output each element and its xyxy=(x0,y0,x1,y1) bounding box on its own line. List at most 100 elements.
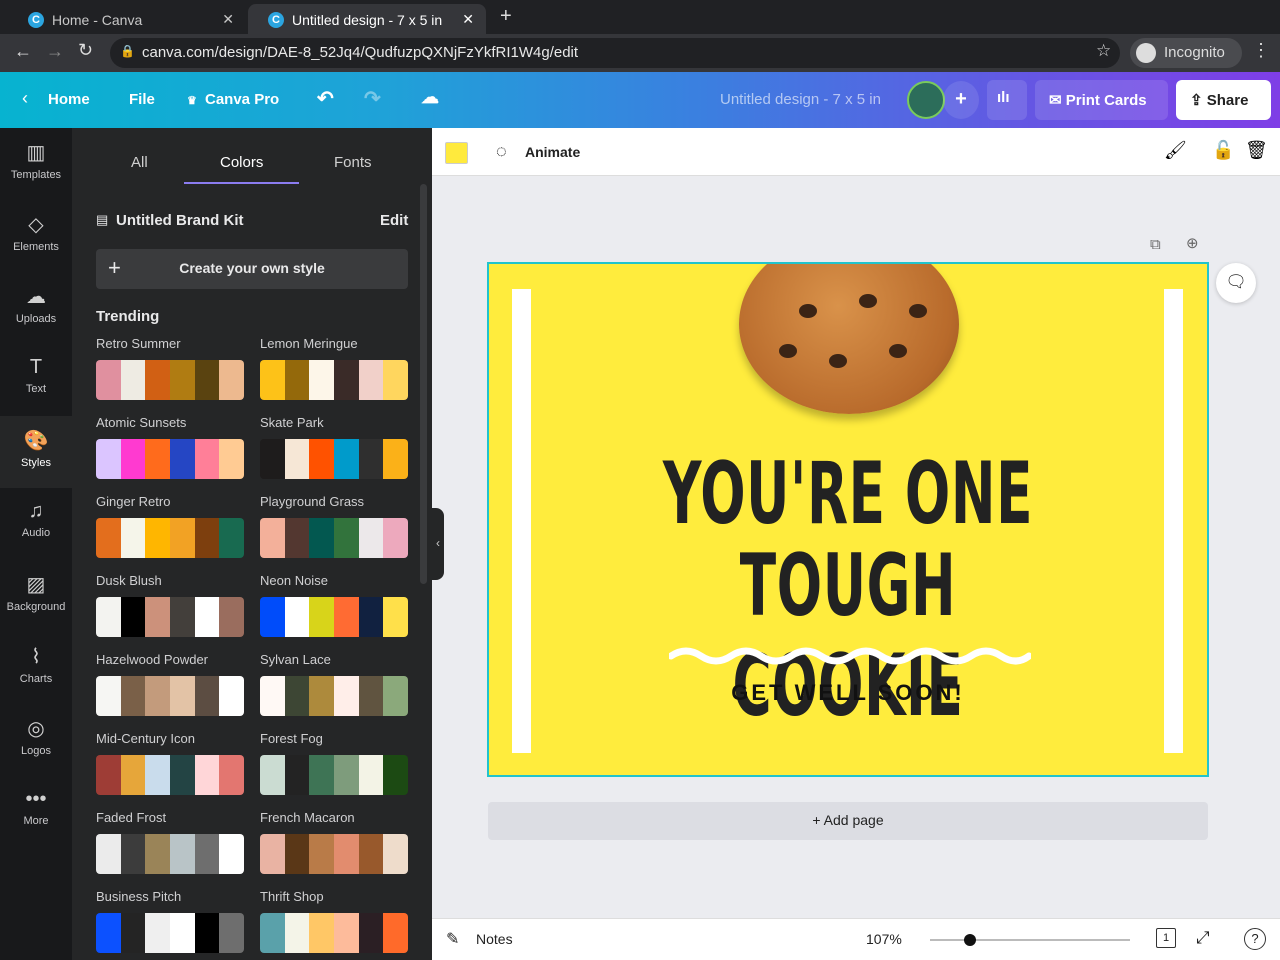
forward-icon[interactable]: → xyxy=(46,41,64,62)
palette-swatch[interactable] xyxy=(260,913,408,953)
uploads-icon: ☁ xyxy=(26,286,46,308)
sidebar-item-logos[interactable]: ◎ Logos xyxy=(0,704,72,776)
palette-name: Retro Summer xyxy=(96,336,181,351)
url-input[interactable]: 🔒 canva.com/design/DAE-8_52Jq4/QudfuzpQXN… xyxy=(110,38,1120,68)
home-button[interactable]: Home xyxy=(48,91,90,108)
sidebar-item-styles[interactable]: 🎨 Styles xyxy=(0,416,72,488)
color-chip xyxy=(334,755,359,795)
redo-icon[interactable]: ↷ xyxy=(364,86,381,111)
palette-swatch[interactable] xyxy=(260,439,408,479)
sidebar-item-text[interactable]: T Text xyxy=(0,344,72,416)
color-swatch-button[interactable] xyxy=(445,142,468,164)
sidebar-item-audio[interactable]: ♫ Audio xyxy=(0,488,72,560)
cloud-saved-icon[interactable]: ☁ xyxy=(421,87,439,108)
cookie-image[interactable] xyxy=(739,264,959,414)
color-chip xyxy=(170,913,195,953)
palette-swatch[interactable] xyxy=(96,439,244,479)
palette-swatch[interactable] xyxy=(96,360,244,400)
trash-icon[interactable]: 🗑 xyxy=(1245,140,1268,161)
palette-swatch[interactable] xyxy=(260,834,408,874)
color-chip xyxy=(284,834,310,874)
vertical-scrollbar[interactable] xyxy=(1266,180,1276,900)
color-chip xyxy=(383,676,408,716)
color-chip xyxy=(260,755,285,795)
zoom-slider[interactable] xyxy=(930,934,1130,946)
palette-swatch[interactable] xyxy=(96,518,244,558)
color-chip xyxy=(120,834,146,874)
tab-all[interactable]: All xyxy=(131,154,148,171)
palette-swatch[interactable] xyxy=(96,676,244,716)
palette-swatch[interactable] xyxy=(260,676,408,716)
avatar[interactable] xyxy=(907,81,945,119)
fullscreen-icon[interactable]: ⤢ xyxy=(1196,928,1210,948)
panel-scrollbar[interactable] xyxy=(420,184,427,584)
subtitle[interactable]: GET WELL SOON! xyxy=(489,680,1207,706)
sidebar-item-charts[interactable]: ⌇ Charts xyxy=(0,632,72,704)
add-page-icon[interactable]: ⊕ xyxy=(1186,234,1199,252)
color-chip xyxy=(334,834,359,874)
duplicate-page-icon[interactable]: ⧉ xyxy=(1150,236,1161,253)
design-title[interactable]: Untitled design - 7 x 5 in xyxy=(720,91,881,108)
palette-swatch[interactable] xyxy=(260,360,408,400)
horizontal-scrollbar[interactable] xyxy=(436,904,1262,916)
help-icon[interactable]: ? xyxy=(1244,928,1266,950)
add-comment-icon[interactable]: 🗨 xyxy=(1216,263,1256,303)
page-count-button[interactable]: 1 xyxy=(1156,928,1176,948)
undo-icon[interactable]: ↶ xyxy=(317,86,334,111)
file-menu-button[interactable]: File xyxy=(129,91,155,108)
headline-line-1[interactable]: YOU'RE ONE xyxy=(625,444,1070,544)
create-style-button[interactable]: + Create your own style xyxy=(96,249,408,289)
bookmark-star-icon[interactable]: ☆ xyxy=(1096,41,1111,61)
edit-brand-kit-button[interactable]: Edit xyxy=(380,212,408,229)
back-icon[interactable]: ← xyxy=(14,41,32,62)
headline-line-2[interactable]: TOUGH COOKIE xyxy=(625,536,1070,736)
squiggle-line[interactable] xyxy=(669,644,1031,668)
palette-swatch[interactable] xyxy=(260,597,408,637)
unlock-icon[interactable]: 🔓 xyxy=(1212,140,1234,161)
tab-home[interactable]: C Home - Canva ✕ xyxy=(8,4,246,34)
share-button[interactable]: ⇪ Share xyxy=(1176,80,1271,120)
palette-swatch[interactable] xyxy=(260,518,408,558)
design-canvas[interactable]: YOU'RE ONE TOUGH COOKIE GET WELL SOON! xyxy=(487,262,1209,777)
sidebar-item-elements[interactable]: ◇ Elements xyxy=(0,200,72,272)
collapse-panel-handle[interactable]: ‹ xyxy=(432,508,444,580)
animate-button[interactable]: Animate xyxy=(525,144,580,160)
notes-button[interactable]: Notes xyxy=(476,931,513,947)
palette-swatch[interactable] xyxy=(96,834,244,874)
add-collaborator-icon[interactable]: + xyxy=(943,81,979,119)
palette-swatch[interactable] xyxy=(96,597,244,637)
incognito-badge[interactable]: Incognito xyxy=(1130,38,1242,68)
sidebar-item-uploads[interactable]: ☁ Uploads xyxy=(0,272,72,344)
palette-swatch[interactable] xyxy=(96,755,244,795)
color-chip xyxy=(96,834,121,874)
sidebar-item-more[interactable]: ••• More xyxy=(0,776,72,848)
add-page-button[interactable]: + Add page xyxy=(488,802,1208,840)
color-chip xyxy=(96,755,121,795)
tab-colors[interactable]: Colors xyxy=(220,154,263,171)
tab-design[interactable]: C Untitled design - 7 x 5 in ✕ xyxy=(248,4,486,34)
close-tab-icon[interactable]: ✕ xyxy=(462,11,474,28)
canva-pro-button[interactable]: Canva Pro xyxy=(205,91,279,108)
sidebar-item-background[interactable]: ▨ Background xyxy=(0,560,72,632)
side-rail: ▥ Templates ◇ Elements ☁ Uploads T Text 🎨 Styles ♫… xyxy=(0,128,72,960)
tab-fonts[interactable]: Fonts xyxy=(334,154,372,171)
palette-name: Business Pitch xyxy=(96,889,182,904)
reload-icon[interactable]: ↻ xyxy=(78,40,93,61)
close-tab-icon[interactable]: ✕ xyxy=(222,11,234,28)
styles-panel: All Colors Fonts ▤ Untitled Brand Kit Ed… xyxy=(72,128,432,960)
paint-roller-icon[interactable]: 🖌 xyxy=(1164,140,1187,161)
new-tab-button[interactable]: + xyxy=(500,5,512,28)
envelope-icon: ✉ xyxy=(1049,92,1066,109)
zoom-level[interactable]: 107% xyxy=(866,931,902,947)
palette-swatch[interactable] xyxy=(260,755,408,795)
address-bar-row: ← → ↻ 🔒 canva.com/design/DAE-8_52Jq4/Qudf… xyxy=(0,34,1280,72)
sidebar-item-templates[interactable]: ▥ Templates xyxy=(0,128,72,200)
canva-favicon-icon: C xyxy=(268,12,284,28)
insights-chart-icon[interactable]: ılı xyxy=(987,80,1027,120)
color-chip xyxy=(309,913,335,953)
print-cards-button[interactable]: ✉ Print Cards xyxy=(1035,80,1168,120)
color-chip xyxy=(284,518,310,558)
browser-menu-icon[interactable]: ⋮ xyxy=(1252,40,1270,61)
zoom-slider-handle[interactable] xyxy=(964,934,976,946)
palette-swatch[interactable] xyxy=(96,913,244,953)
